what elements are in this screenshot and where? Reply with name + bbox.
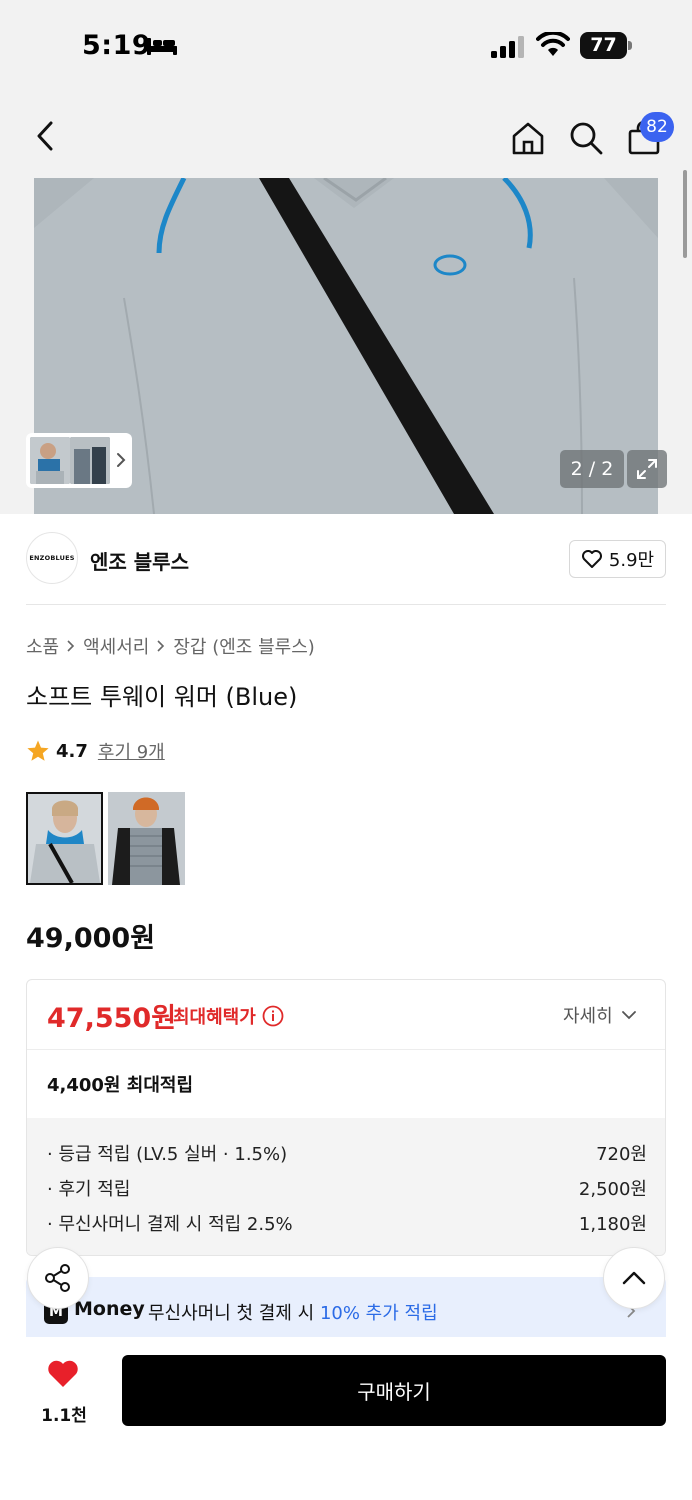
battery-icon: 77 [580, 32, 632, 60]
divider [27, 1049, 665, 1050]
chevron-down-icon [621, 1011, 636, 1020]
wishlist-button[interactable]: 1.1천 [34, 1359, 94, 1429]
info-icon[interactable] [262, 1005, 284, 1027]
search-button[interactable] [564, 116, 608, 160]
money-promo-banner[interactable]: M Money 무신사머니 첫 결제 시 10% 추가 적립 [26, 1277, 666, 1337]
benefit-detail-label: 자세히 [563, 1006, 613, 1027]
page-scrollbar[interactable] [683, 170, 687, 258]
breadcrumb-item[interactable]: 장갑 (엔조 블루스) [173, 633, 314, 659]
brand-logo[interactable]: ENZOBLUES [26, 532, 78, 584]
battery-level: 77 [590, 34, 617, 56]
color-variants [26, 792, 185, 885]
money-promo-text: 무신사머니 첫 결제 시 10% 추가 적립 [148, 1299, 438, 1325]
breadcrumb: 소품 액세서리 장갑 (엔조 블루스) [26, 633, 315, 659]
rating-row: 4.7 후기 9개 [26, 738, 165, 764]
money-brand: Money [74, 1298, 145, 1320]
share-button[interactable] [27, 1247, 89, 1309]
search-icon [570, 122, 603, 155]
heart-filled-icon [48, 1360, 78, 1387]
cellular-signal-icon [491, 36, 524, 58]
points-item-label: · 무신사머니 결제 시 적립 2.5% [47, 1214, 293, 1235]
scroll-to-top-button[interactable] [603, 1247, 665, 1309]
breadcrumb-item[interactable]: 소품 [26, 633, 59, 659]
image-counter: 2 / 2 [560, 450, 624, 488]
brand-like-count: 5.9만 [608, 550, 655, 571]
thumbnail-more-button[interactable] [112, 447, 130, 473]
gallery-thumbnail-strip[interactable] [26, 433, 132, 488]
points-breakdown: · 등급 적립 (LV.5 실버 · 1.5%) 720원 · 후기 적립 2,… [27, 1118, 665, 1255]
wifi-icon [536, 32, 570, 56]
breadcrumb-item[interactable]: 액세서리 [83, 633, 149, 659]
points-item: · 무신사머니 결제 시 적립 2.5% 1,180원 [47, 1210, 647, 1236]
chevron-left-icon [37, 121, 53, 151]
reviews-link[interactable]: 후기 9개 [98, 738, 165, 764]
points-item-label: · 등급 적립 (LV.5 실버 · 1.5%) [47, 1144, 288, 1165]
points-item: · 후기 적립 2,500원 [47, 1175, 647, 1201]
status-time: 5:19 [82, 30, 152, 61]
points-item: · 등급 적립 (LV.5 실버 · 1.5%) 720원 [47, 1140, 647, 1166]
product-price: 49,000원 [26, 923, 156, 954]
points-item-amount: 1,180원 [578, 1214, 647, 1235]
variant-option[interactable] [108, 792, 185, 885]
back-button[interactable] [26, 116, 66, 156]
expand-image-button[interactable] [627, 450, 667, 488]
chevron-right-icon [157, 640, 165, 652]
points-item-label: · 후기 적립 [47, 1179, 131, 1200]
sleep-mode-icon [147, 38, 177, 55]
chevron-right-icon [67, 640, 75, 652]
gallery-thumbnail[interactable] [30, 437, 70, 484]
cart-count-badge: 82 [640, 112, 674, 142]
bottom-action-bar: 1.1천 구매하기 [0, 1337, 692, 1500]
points-item-amount: 720원 [596, 1144, 647, 1165]
benefit-header[interactable]: 47,550원 최대혜택가 자세히 [27, 980, 665, 1049]
wishlist-count: 1.1천 [41, 1406, 87, 1426]
money-promo-prefix: 무신사머니 첫 결제 시 [148, 1303, 320, 1324]
brand-row[interactable]: ENZOBLUES 엔조 블루스 5.9만 [26, 532, 666, 586]
variant-option-selected[interactable] [26, 792, 103, 885]
chevron-up-icon [622, 1271, 646, 1285]
chevron-right-icon [117, 453, 126, 467]
buy-button[interactable]: 구매하기 [122, 1355, 666, 1426]
heart-outline-icon [581, 550, 602, 568]
home-button[interactable] [506, 116, 550, 160]
expand-icon [637, 459, 657, 479]
product-title: 소프트 투웨이 워머 (Blue) [26, 683, 298, 711]
gallery-thumbnail[interactable] [70, 437, 110, 484]
max-benefit-price: 47,550원 [47, 1003, 177, 1034]
star-icon [27, 740, 49, 761]
benefit-detail-toggle[interactable]: 자세히 [563, 1002, 637, 1028]
benefit-card: 47,550원 최대혜택가 자세히 4,400원 최대적립 · 등급 적립 (L… [26, 979, 666, 1256]
max-points: 4,400원 최대적립 [47, 1075, 194, 1096]
brand-like-button[interactable]: 5.9만 [569, 540, 666, 578]
max-benefit-label-text: 최대혜택가 [173, 1007, 256, 1028]
brand-name[interactable]: 엔조 블루스 [90, 546, 189, 575]
share-icon [45, 1264, 70, 1292]
rating-score: 4.7 [56, 740, 88, 762]
home-icon [512, 122, 544, 155]
divider [26, 604, 666, 605]
status-bar: 5:19 77 [0, 0, 692, 96]
max-benefit-label: 최대혜택가 [173, 1003, 284, 1029]
top-nav-bar [0, 96, 692, 178]
money-promo-highlight: 10% 추가 적립 [319, 1303, 438, 1324]
points-item-amount: 2,500원 [578, 1179, 647, 1200]
